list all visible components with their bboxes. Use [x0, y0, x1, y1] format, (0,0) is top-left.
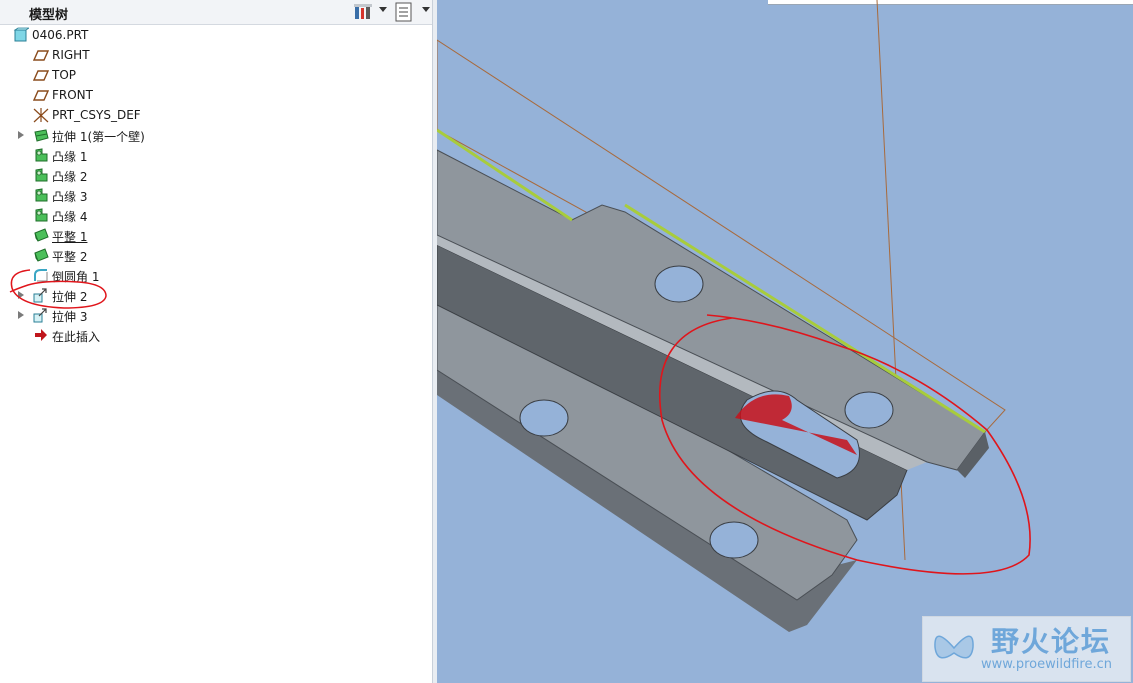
tree-item-label: 凸缘 2	[52, 170, 88, 184]
datum-plane-icon	[33, 90, 49, 101]
flange-icon	[35, 168, 48, 182]
tree-item-label: RIGHT	[52, 48, 90, 62]
hole	[519, 399, 569, 437]
model-tree-panel: 模型树 0406.PRT RIGHT TOP FRONT PRT_CSYS_DE…	[0, 0, 438, 683]
tools-icon	[354, 4, 372, 19]
flange-icon	[35, 208, 48, 222]
watermark-url: www.proewildfire.cn	[981, 657, 1112, 672]
hole	[709, 521, 759, 559]
butterfly-logo-icon	[934, 635, 974, 659]
tree-item-label: PRT_CSYS_DEF	[52, 108, 141, 122]
red-annotation-circle	[9, 269, 107, 309]
watermark-title: 野火论坛	[991, 625, 1112, 658]
hole	[654, 265, 704, 303]
model-tree-title: 模型树	[29, 8, 69, 23]
show-columns-button[interactable]	[395, 2, 413, 22]
datum-plane-icon	[33, 70, 49, 81]
sheetmetal-part-model	[437, 0, 1031, 632]
extrude-wall-icon	[34, 129, 49, 142]
flat-wall-icon	[34, 248, 49, 262]
hole	[844, 391, 894, 429]
flange-icon	[35, 188, 48, 202]
part-icon	[13, 27, 29, 42]
chevron-down-icon[interactable]	[379, 7, 387, 12]
tree-settings-button[interactable]	[352, 2, 374, 22]
coordinate-system-icon	[33, 108, 49, 123]
flange-icon	[35, 148, 48, 162]
tree-item-label: 在此插入	[52, 330, 101, 344]
tree-item-label: 凸缘 1	[52, 150, 88, 164]
tree-item-label: FRONT	[52, 88, 93, 102]
expand-arrow-icon[interactable]	[18, 131, 24, 139]
tree-item-label: 凸缘 4	[52, 210, 88, 224]
chevron-down-icon[interactable]	[422, 7, 430, 12]
list-columns-icon	[395, 2, 412, 22]
flat-wall-icon	[34, 228, 49, 242]
tree-item-label: 0406.PRT	[32, 28, 89, 42]
model-tree-header: 模型树	[0, 0, 437, 25]
tree-item-label: 凸缘 3	[52, 190, 88, 204]
tree-item-label: 拉伸 1(第一个壁)	[52, 130, 145, 144]
tree-item-label: TOP	[52, 68, 77, 82]
insert-here-arrow-icon	[35, 329, 47, 341]
graphics-viewport[interactable]: 野火论坛 www.proewildfire.cn	[437, 0, 1133, 683]
tree-item-label: 平整 1	[52, 230, 88, 244]
datum-plane-icon	[33, 50, 49, 61]
forum-watermark: 野火论坛 www.proewildfire.cn	[922, 616, 1131, 682]
